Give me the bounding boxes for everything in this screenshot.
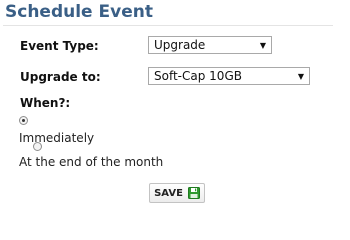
upgrade-to-selected-value: Soft-Cap 10GB <box>154 69 242 83</box>
floppy-disk-icon <box>187 187 200 199</box>
upgrade-to-select[interactable]: Soft-Cap 10GB ▼ <box>148 67 310 85</box>
save-button[interactable]: SAVE <box>149 183 205 203</box>
when-label: When?: <box>20 96 71 110</box>
radio-immediately[interactable] <box>19 116 28 125</box>
save-button-label: SAVE <box>154 187 183 199</box>
title-divider <box>3 25 333 26</box>
page-title: Schedule Event <box>5 2 153 22</box>
radio-end-of-month[interactable] <box>33 142 42 151</box>
event-type-select[interactable]: Upgrade ▼ <box>148 36 272 54</box>
dropdown-arrow-icon: ▼ <box>297 71 305 81</box>
dropdown-arrow-icon: ▼ <box>259 40 267 50</box>
event-type-selected-value: Upgrade <box>154 38 206 52</box>
radio-immediately-label: Immediately <box>19 131 95 145</box>
event-type-label: Event Type: <box>20 39 99 53</box>
radio-end-of-month-label: At the end of the month <box>19 155 164 169</box>
upgrade-to-label: Upgrade to: <box>20 70 101 84</box>
